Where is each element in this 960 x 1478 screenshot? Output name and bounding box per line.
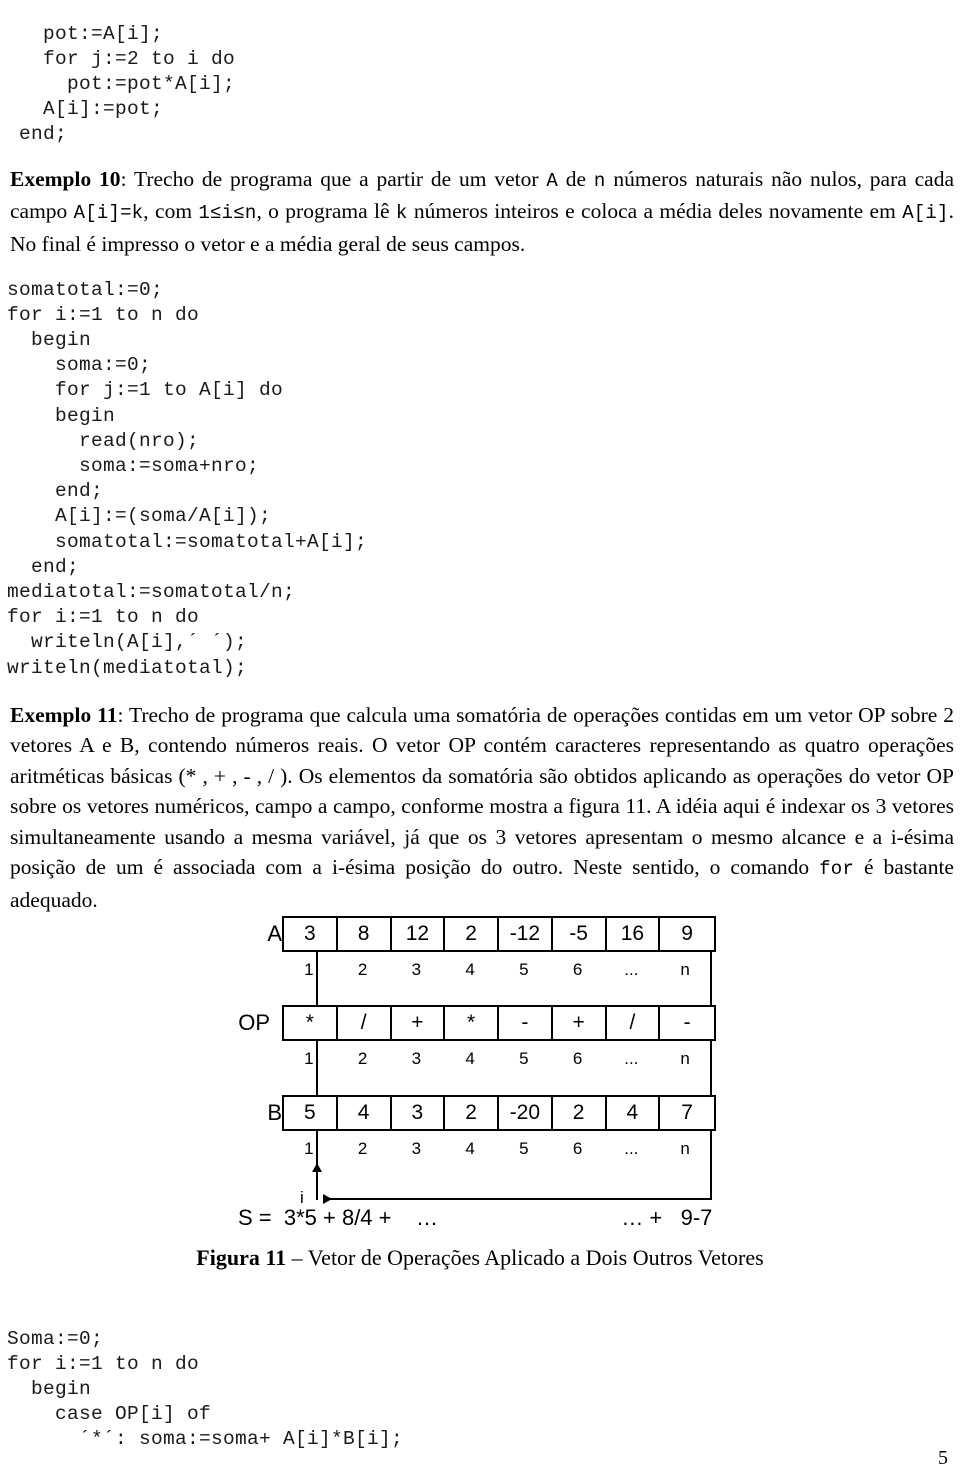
figure-caption-text: – Vetor de Operações Aplicado a Dois Out… [286,1245,764,1270]
vector-label-op: OP [238,1010,270,1035]
index-cell: 3 [411,1049,422,1068]
index-arrow-up-icon [312,1163,322,1172]
vector-cell: - [499,1007,553,1039]
exemplo-11-text-1: : Trecho de programa que calcula uma som… [10,702,954,880]
vector-cell: / [338,1007,392,1039]
paragraph-exemplo-11: Exemplo 11: Trecho de programa que calcu… [10,700,954,916]
vector-cell: -20 [499,1097,553,1129]
index-cell: 2 [357,1049,368,1068]
index-cell: 4 [465,1139,475,1158]
index-cell: n [680,1139,690,1158]
index-cell: 2 [357,960,368,979]
code-block-pascal-bottom: Soma:=0; for i:=1 to n do begin case OP[… [7,1327,404,1451]
vector-cells-op: * / + * - + / - [282,1005,716,1041]
vector-cell: + [553,1007,607,1039]
exemplo-11-mono-1: for [819,858,854,880]
vector-cell: 9 [681,922,693,945]
vector-cells-a: 3 8 12 2 -12 -5 16 9 [282,916,716,952]
index-cell: ... [624,1049,639,1068]
paragraph-exemplo-10: Exemplo 10: Trecho de programa que a par… [10,164,954,260]
vector-cell: 12 [392,918,446,950]
vector-cell: -12 [499,918,553,950]
index-cell: 3 [411,960,422,979]
vector-label-a: A [267,921,282,946]
vector-label-b: B [267,1100,282,1125]
index-cell: 5 [519,960,529,979]
vector-cell: 3 [284,918,338,950]
exemplo-10-mono-6: A[i] [902,202,949,224]
connector-right-vertical [710,952,712,1200]
vector-cell: 3 [392,1097,446,1129]
vector-cell: * [445,1007,499,1039]
exemplo-10-text-6: números inteiros e coloca a média deles … [407,199,903,223]
index-cell: n [680,1049,690,1068]
index-row-a: 1 2 3 4 5 6 ... n [282,957,712,983]
index-cell: 5 [519,1049,529,1068]
index-cell: 6 [572,1139,583,1158]
vector-cell: 2 [445,1097,499,1129]
code-block-pascal-top: pot:=A[i]; for j:=2 to i do pot:=pot*A[i… [19,22,236,146]
exemplo-10-mono-3: A[i]=k [73,202,144,224]
page-number: 5 [938,1447,948,1469]
index-row-op: 1 2 3 4 5 6 ... n [282,1046,712,1072]
figure-11-diagram: A 3 8 12 2 -12 -5 16 9 1 2 3 4 5 6 ... n… [0,905,960,1265]
vector-cell: 2 [445,918,499,950]
exemplo-10-text-5: , o programa lê [256,199,396,223]
exemplo-10-mono-1: A [546,169,558,192]
index-row-b: 1 2 3 4 5 6 ... n [282,1136,712,1162]
index-cell: 5 [519,1139,529,1158]
vector-cell: 7 [681,1101,693,1124]
vector-cell: * [284,1007,338,1039]
exemplo-10-mono-5: k [395,202,408,224]
index-cell: 1 [304,1139,314,1158]
document-page: pot:=A[i]; for j:=2 to i do pot:=pot*A[i… [0,0,960,1478]
sum-expression: S = 3*5 + 8/4 + … … + 9-7 [238,1205,713,1230]
index-cell: 4 [465,960,475,979]
index-cell: 1 [304,1049,314,1068]
vector-cell: 8 [338,918,392,950]
index-cell: 6 [572,1049,583,1068]
vector-cell: 2 [553,1097,607,1129]
index-cell: ... [624,960,639,979]
vector-cell: / [607,1007,661,1039]
code-block-pascal-media: somatotal:=0; for i:=1 to n do begin som… [7,278,368,679]
exemplo-10-text-1: : Trecho de programa que a partir de um … [120,166,547,191]
index-cell: 4 [465,1049,475,1068]
exemplo-10-text-4: , com [143,199,199,223]
vector-cell: -5 [553,918,607,950]
exemplo-10-mono-2: n [593,169,606,192]
exemplo-10-text-2: de [557,166,594,191]
index-arrow-right-icon [323,1194,332,1204]
vector-cell: - [683,1011,691,1034]
vector-cell: 16 [607,918,661,950]
exemplo-11-label: Exemplo 11 [10,702,118,727]
index-cell: 3 [411,1139,422,1158]
index-cell: 1 [304,960,314,979]
index-cell: 2 [357,1139,368,1158]
vector-cell: + [392,1007,446,1039]
index-cell: 6 [572,960,583,979]
vector-cell: 4 [338,1097,392,1129]
vector-cell: 4 [607,1097,661,1129]
index-cell: ... [624,1139,639,1158]
figure-caption: Figura 11 – Vetor de Operações Aplicado … [0,1245,960,1271]
exemplo-10-label: Exemplo 10 [10,166,121,191]
vector-cells-b: 5 4 3 2 -20 2 4 7 [282,1095,716,1131]
index-cell: n [680,960,690,979]
figure-caption-label: Figura 11 [196,1245,287,1270]
vector-cell: 5 [284,1097,338,1129]
exemplo-10-mono-4: 1≤i≤n [198,202,257,224]
index-sweep-line [325,1198,711,1200]
